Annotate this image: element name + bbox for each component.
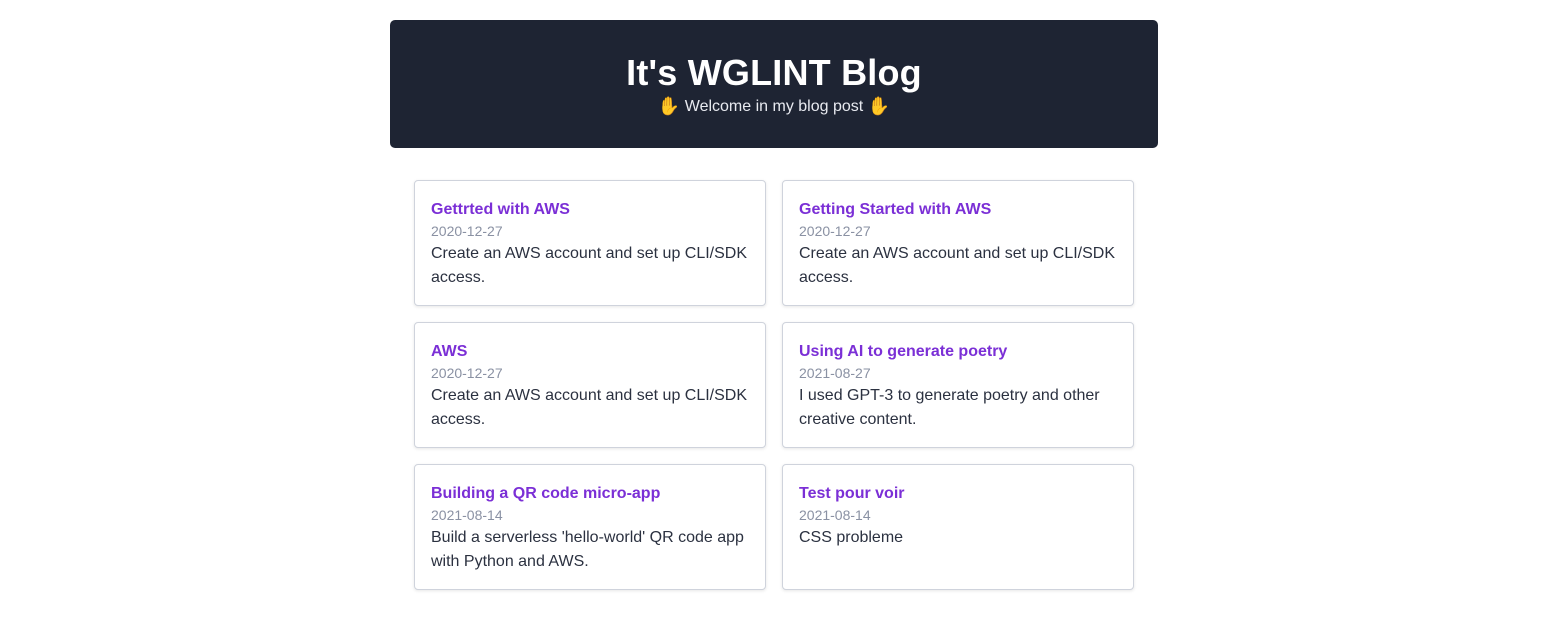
- post-title[interactable]: Getting Started with AWS: [799, 200, 1117, 220]
- post-description: Create an AWS account and set up CLI/SDK…: [431, 245, 748, 286]
- welcome-text: Welcome in my blog post: [684, 98, 864, 115]
- post-card[interactable]: Gettrted with AWS 2020-12-27 Create an A…: [414, 180, 766, 306]
- post-date: 2021-08-14: [799, 507, 871, 523]
- post-card[interactable]: Building a QR code micro-app 2021-08-14 …: [414, 464, 766, 590]
- welcome-subtitle: ✋ Welcome in my blog post ✋: [390, 95, 1158, 118]
- post-description: CSS probleme: [799, 529, 904, 546]
- post-description: Create an AWS account and set up CLI/SDK…: [799, 245, 1116, 286]
- post-card[interactable]: Test pour voir 2021-08-14 CSS probleme: [782, 464, 1134, 590]
- post-date: 2020-12-27: [431, 223, 503, 239]
- post-grid: Gettrted with AWS 2020-12-27 Create an A…: [414, 180, 1134, 590]
- post-title[interactable]: AWS: [431, 342, 749, 362]
- post-date: 2021-08-27: [799, 365, 871, 381]
- post-title[interactable]: Test pour voir: [799, 484, 1117, 504]
- post-date: 2020-12-27: [431, 365, 503, 381]
- page-title: It's WGLINT Blog: [626, 52, 922, 93]
- post-card[interactable]: AWS 2020-12-27 Create an AWS account and…: [414, 322, 766, 448]
- raised-hand-icon: ✋: [867, 96, 891, 116]
- post-title[interactable]: Building a QR code micro-app: [431, 484, 749, 504]
- raised-hand-icon: ✋: [657, 96, 681, 116]
- post-title[interactable]: Gettrted with AWS: [431, 200, 749, 220]
- post-card[interactable]: Getting Started with AWS 2020-12-27 Crea…: [782, 180, 1134, 306]
- post-title[interactable]: Using AI to generate poetry: [799, 342, 1117, 362]
- post-description: Create an AWS account and set up CLI/SDK…: [431, 387, 748, 428]
- post-description: Build a serverless 'hello-world' QR code…: [431, 529, 744, 570]
- post-date: 2020-12-27: [799, 223, 871, 239]
- post-date: 2021-08-14: [431, 507, 503, 523]
- post-description: I used GPT-3 to generate poetry and othe…: [799, 387, 1100, 428]
- post-card[interactable]: Using AI to generate poetry 2021-08-27 I…: [782, 322, 1134, 448]
- blog-header: It's WGLINT Blog ✋ Welcome in my blog po…: [390, 20, 1158, 148]
